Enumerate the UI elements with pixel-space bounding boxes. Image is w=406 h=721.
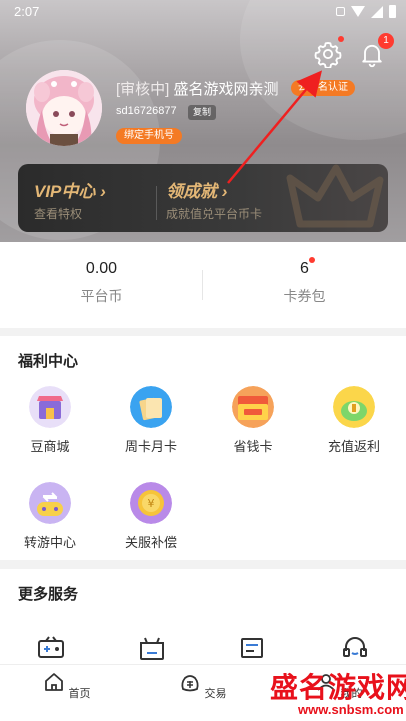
vip-center-title: VIP中心 › [34,182,106,201]
game-controller-icon[interactable] [36,633,66,663]
bean-shop-icon [29,386,71,428]
welfare-item-save-money-card[interactable]: 省钱卡 [203,386,303,455]
platform-coin-label: 平台币 [80,288,123,304]
settings-notification-dot [338,36,344,42]
avatar[interactable] [26,70,102,146]
home-icon [45,673,64,691]
save-money-card-icon [232,386,274,428]
welfare-center: 福利中心 豆商城 周卡月卡 省钱卡 充值返利 转游中心 ¥ 关服补偿 [0,336,406,560]
welfare-item-label: 充值返利 [327,439,380,454]
wifi-icon [351,6,365,17]
wallet-stats: 0.00 平台币 6 卡券包 [0,242,406,328]
recharge-rebate-icon [333,386,375,428]
site-watermark: 盛名游戏网 www.snbsm.com [266,664,406,721]
tab-label: 交易 [204,688,227,700]
copy-button[interactable]: 复制 [188,105,217,120]
status-bar: 2:07 [0,0,406,24]
welfare-item-label: 周卡月卡 [124,439,177,454]
welfare-item-server-close-compensation[interactable]: ¥ 关服补偿 [101,482,201,551]
bind-phone-button[interactable]: 绑定手机号 [116,128,182,144]
welfare-center-title: 福利中心 [18,353,79,370]
svg-text:¥: ¥ [148,497,155,510]
profile-header: 2:07 1 [审核中] 盛名游戏网亲测 去实名认证 sd16726877 复制… [0,0,406,242]
username: 盛名游戏网亲测 [173,81,279,98]
welfare-item-label: 转游中心 [23,535,76,550]
coupon-notification-dot [309,257,315,263]
more-services-title: 更多服务 [18,586,79,603]
avatar-illustration [26,70,102,146]
tab-label: 首页 [68,688,91,700]
weekly-monthly-card-icon [130,386,172,428]
platform-coin-value: 0.00 [85,260,118,277]
coupon-wallet-stat[interactable]: 6 卡券包 [203,260,406,306]
customer-service-headset-icon[interactable] [340,633,370,663]
server-close-compensation-icon: ¥ [130,482,172,524]
status-indicator-icon [336,7,345,16]
battery-icon [389,5,396,18]
divider [156,186,157,220]
tab-home[interactable]: 首页 [17,671,117,701]
coupon-count-value: 6 [300,260,309,277]
signal-icon [371,5,383,18]
tab-trade[interactable]: 交易 [153,671,253,701]
achievement-subtitle: 成就值兑平台币卡 [166,207,263,221]
welfare-item-recharge-rebate[interactable]: 充值返利 [304,386,404,455]
notification-badge: 1 [378,33,394,49]
coupon-wallet-label: 卡券包 [283,288,326,304]
welfare-item-bean-shop[interactable]: 豆商城 [0,386,100,455]
watermark-title: 盛名游戏网 [270,672,406,703]
game-transfer-icon [29,482,71,524]
verify-realname-button[interactable]: 去实名认证 [291,80,355,96]
trade-bag-icon [181,675,200,692]
status-time: 2:07 [14,4,40,19]
welfare-item-label: 省钱卡 [233,439,273,454]
welfare-item-weekly-monthly-card[interactable]: 周卡月卡 [101,386,201,455]
welfare-item-game-transfer[interactable]: 转游中心 [0,482,100,551]
settings-gear-icon[interactable] [314,40,342,68]
welfare-item-label: 豆商城 [30,439,70,454]
username-line: [审核中] 盛名游戏网亲测 [116,78,279,99]
user-id: sd16726877 [116,105,177,117]
vip-center-subtitle: 查看特权 [34,207,83,221]
welfare-item-label: 关服补偿 [124,535,177,550]
vip-card: VIP中心 › 查看特权 领成就 › 成就值兑平台币卡 [18,164,388,232]
news-icon[interactable] [238,633,268,663]
platform-coin-stat[interactable]: 0.00 平台币 [0,260,203,306]
review-status-tag: [审核中] [116,81,170,98]
crown-icon [286,164,384,228]
achievement-title: 领成就 › [166,182,228,201]
watermark-url: www.snbsm.com [298,702,404,717]
gift-box-icon[interactable] [137,633,167,663]
